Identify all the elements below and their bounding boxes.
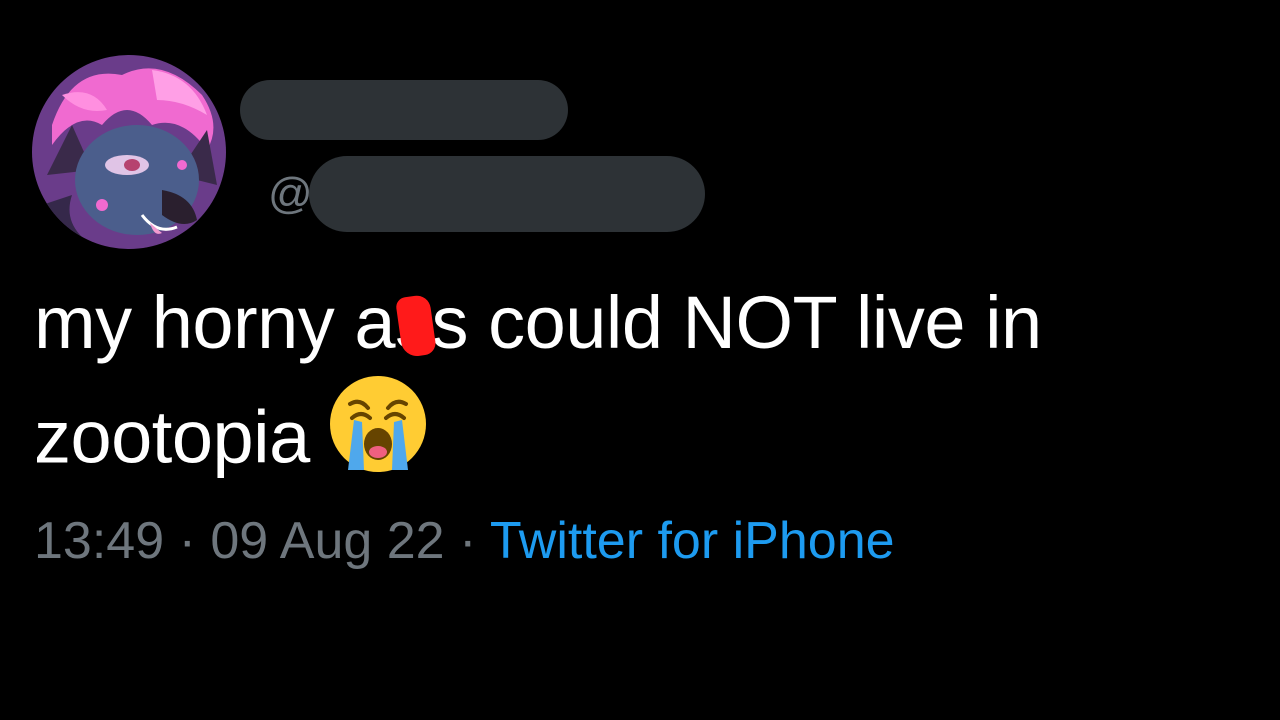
tweet-date[interactable]: 09 Aug 22 xyxy=(210,512,444,570)
user-handle[interactable]: @ xyxy=(268,156,705,232)
tweet-text: my horny ass could NOT live in zootopia xyxy=(34,268,1264,508)
censored-letter: s xyxy=(395,268,438,378)
separator-dot: · xyxy=(178,512,196,570)
tweet-text-part1: my horny a xyxy=(34,281,396,364)
display-name-redaction xyxy=(240,80,568,140)
tweet-text-line2: zootopia xyxy=(34,395,310,479)
separator-dot: · xyxy=(459,512,477,570)
tweet-metadata: 13:49 · 09 Aug 22 · Twitter for iPhone xyxy=(34,506,895,576)
tweet-time[interactable]: 13:49 xyxy=(34,512,164,570)
tweet-text-part2: s could NOT live in xyxy=(431,281,1043,364)
handle-redaction xyxy=(308,156,705,232)
avatar[interactable] xyxy=(32,55,226,249)
handle-at-symbol: @ xyxy=(268,169,313,218)
avatar-image xyxy=(32,55,226,249)
loudly-crying-face-icon xyxy=(328,374,428,504)
tweet-card: @ my horny ass could NOT live in zootopi… xyxy=(0,0,1280,720)
tweet-source-link[interactable]: Twitter for iPhone xyxy=(490,512,895,570)
